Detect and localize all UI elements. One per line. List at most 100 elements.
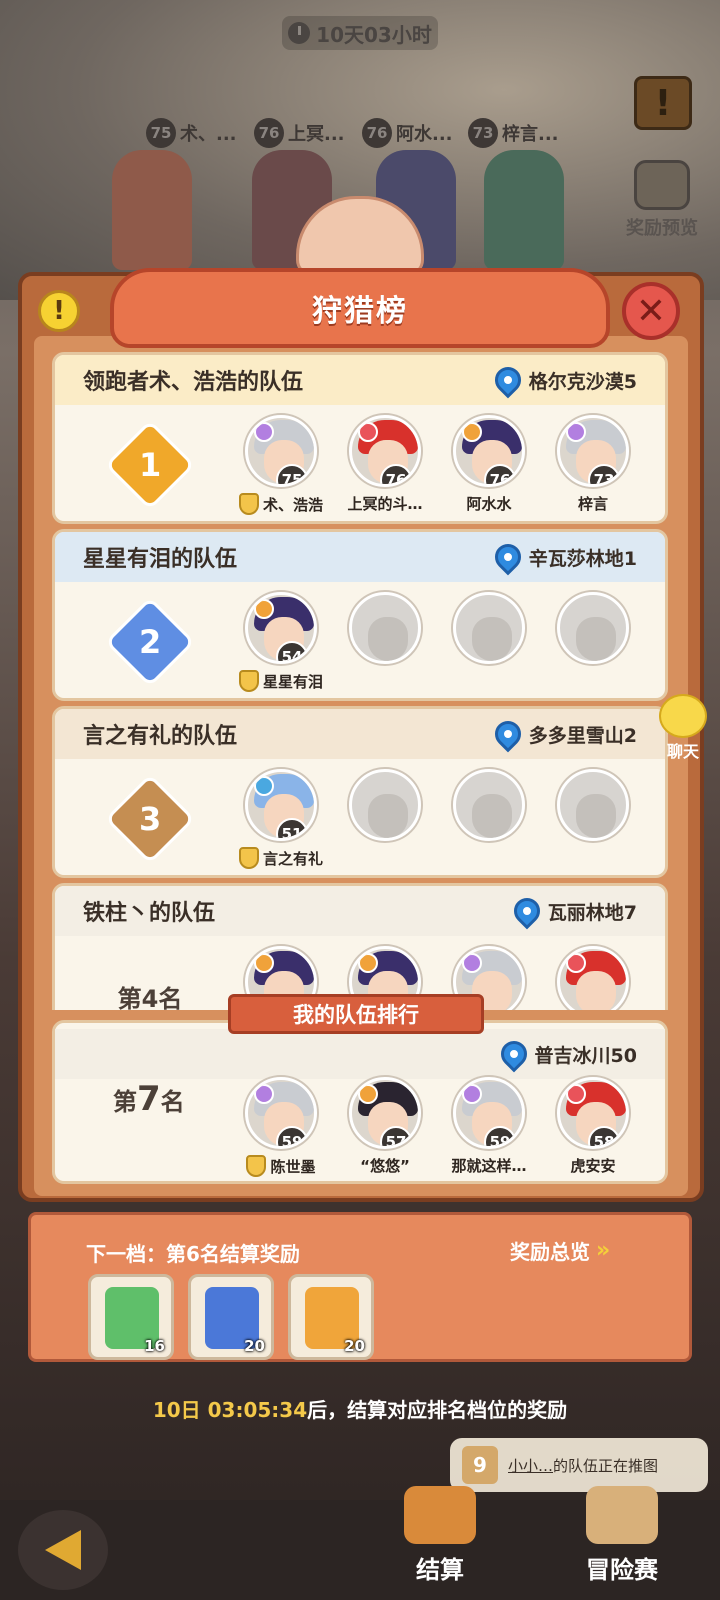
team-card-header: 领跑者术、浩浩的队伍 格尔克沙漠5 xyxy=(55,355,665,405)
back-arrow-icon xyxy=(45,1530,81,1570)
nav-settle[interactable]: 结算 xyxy=(370,1486,510,1585)
avatar-face xyxy=(576,971,616,1010)
bg-rank-2: 76 上冥... xyxy=(254,118,345,148)
element-icon xyxy=(566,953,586,973)
team-location-text: 瓦丽林地7 xyxy=(547,901,637,924)
bg-rank-name: 阿水... xyxy=(396,124,453,145)
leaderboard-list[interactable]: 领跑者术、浩浩的队伍 格尔克沙漠5 1 75 术、浩浩 76 上冥的斗… 76 阿水水 73 梓言星… xyxy=(48,352,672,1010)
close-button[interactable]: ✕ xyxy=(622,282,680,340)
character-figure xyxy=(484,150,564,270)
team-member[interactable] xyxy=(543,946,643,1010)
element-icon xyxy=(462,953,482,973)
settlement-countdown: 10日 03:05:34后，结算对应排名档位的奖励 xyxy=(0,1394,720,1423)
team-card-header: 言之有礼的队伍 多多里雪山2 xyxy=(55,709,665,759)
reward-item[interactable]: 20 xyxy=(288,1274,374,1360)
team-member[interactable]: 58 虎安安 xyxy=(543,1077,643,1176)
team-member[interactable]: 73 梓言 xyxy=(543,415,643,514)
member-avatar: 54 xyxy=(245,592,317,664)
element-icon xyxy=(566,1084,586,1104)
member-name: 上冥的斗… xyxy=(347,495,423,513)
leader-shield-icon xyxy=(246,1155,267,1177)
team-card[interactable]: 铁柱丶的队伍 瓦丽林地7 第4名 xyxy=(52,883,668,1010)
team-member[interactable]: 76 上冥的斗… xyxy=(335,415,435,514)
team-member[interactable]: 76 阿水水 xyxy=(439,415,539,514)
nav-adventure[interactable]: 冒险赛 xyxy=(552,1486,692,1585)
team-name: 领跑者术、浩浩的队伍 xyxy=(83,370,304,395)
member-avatar: 57 xyxy=(349,1077,421,1149)
my-team-members: 59 陈世墨 57 “悠悠” 59 那就这样… 58 虎安安 xyxy=(55,1067,665,1187)
member-name-row: 上冥的斗… xyxy=(335,493,435,514)
reward-item[interactable]: 16 xyxy=(88,1274,174,1360)
avatar-face xyxy=(576,794,616,838)
team-location: 辛瓦莎林地1 xyxy=(489,538,637,576)
team-member[interactable]: 59 那就这样… xyxy=(439,1077,539,1176)
bg-rank-1: 75 术、... xyxy=(146,118,237,148)
member-avatar: 73 xyxy=(557,415,629,487)
team-member[interactable]: 59 陈世墨 xyxy=(231,1077,331,1177)
panel-title: 狩猎榜 xyxy=(312,294,408,329)
rank-badge: 3 xyxy=(104,773,196,865)
event-timer-text: 10天03小时 xyxy=(316,22,432,47)
avatar-face xyxy=(576,617,616,661)
reward-overview-button[interactable]: 奖励总览 » xyxy=(510,1236,610,1265)
empty-member-slot xyxy=(543,769,643,841)
team-card[interactable]: 星星有泪的队伍 辛瓦莎林地1 2 54 星星有泪 xyxy=(52,529,668,701)
location-pin-icon xyxy=(508,892,546,930)
next-tier-label: 下一档：第6名结算奖励 xyxy=(86,1242,300,1266)
team-card-header: 星星有泪的队伍 辛瓦莎林地1 xyxy=(55,532,665,582)
chest-icon xyxy=(634,160,690,210)
empty-member-slot xyxy=(439,592,539,664)
my-team-location-text: 普吉冰川50 xyxy=(534,1044,637,1067)
team-member[interactable]: 75 术、浩浩 xyxy=(231,415,331,515)
bg-rank-4: 73 梓言... xyxy=(468,118,559,148)
element-icon xyxy=(254,599,274,619)
push-notice[interactable]: 9 小小…的队伍正在推图 xyxy=(450,1438,708,1492)
empty-avatar xyxy=(453,769,525,841)
member-avatar: 51 xyxy=(245,769,317,841)
bg-rank-level: 76 xyxy=(362,118,392,148)
rank-text: 第4名 xyxy=(117,984,183,1011)
member-name-row: 虎安安 xyxy=(543,1155,643,1176)
team-card[interactable]: 言之有礼的队伍 多多里雪山2 3 51 言之有礼 xyxy=(52,706,668,878)
chat-button[interactable]: 聊天 xyxy=(646,694,720,762)
empty-avatar xyxy=(453,592,525,664)
empty-avatar xyxy=(557,592,629,664)
member-avatar: 75 xyxy=(245,415,317,487)
team-name: 星星有泪的队伍 xyxy=(83,547,238,572)
team-member[interactable]: 57 “悠悠” xyxy=(335,1077,435,1176)
member-avatar: 58 xyxy=(557,1077,629,1149)
rank-badge: 2 xyxy=(104,596,196,688)
notice-name: 小小… xyxy=(508,1456,554,1475)
bg-rank-level: 75 xyxy=(146,118,176,148)
avatar-face xyxy=(368,794,408,838)
back-button[interactable] xyxy=(18,1510,108,1590)
rank-number: 1 xyxy=(138,445,162,484)
reward-preview-button[interactable]: 奖励预览 xyxy=(612,160,712,240)
my-team-ribbon: 我的队伍排行 xyxy=(228,994,484,1034)
empty-avatar xyxy=(349,592,421,664)
settle-icon xyxy=(404,1486,476,1544)
team-member[interactable]: 54 星星有泪 xyxy=(231,592,331,692)
location-pin-icon xyxy=(489,361,527,399)
empty-member-slot xyxy=(543,592,643,664)
bg-rank-name: 梓言... xyxy=(502,124,559,145)
notice-number: 9 xyxy=(462,1446,498,1484)
team-card[interactable]: 领跑者术、浩浩的队伍 格尔克沙漠5 1 75 术、浩浩 76 上冥的斗… 76 阿水水 73 梓言 xyxy=(52,352,668,524)
leader-shield-icon xyxy=(238,847,259,869)
team-name: 言之有礼的队伍 xyxy=(83,724,238,749)
reward-preview-label: 奖励预览 xyxy=(626,218,698,239)
team-card-body: 1 75 术、浩浩 76 上冥的斗… 76 阿水水 73 梓言 xyxy=(55,405,665,521)
team-member[interactable]: 51 言之有礼 xyxy=(231,769,331,869)
leader-shield-icon xyxy=(238,670,259,692)
reward-qty: 20 xyxy=(244,1337,265,1355)
member-name: 阿水水 xyxy=(466,495,512,513)
member-name-row: 梓言 xyxy=(543,493,643,514)
clock-icon xyxy=(288,22,311,44)
rank-badge-icon: 1 xyxy=(104,419,196,511)
info-icon[interactable]: ! xyxy=(38,290,80,332)
reward-qty: 16 xyxy=(144,1337,165,1355)
reward-item[interactable]: 20 xyxy=(188,1274,274,1360)
quest-icon[interactable]: ! xyxy=(634,76,692,130)
team-location: 瓦丽林地7 xyxy=(508,892,637,930)
location-pin-icon xyxy=(489,538,527,576)
